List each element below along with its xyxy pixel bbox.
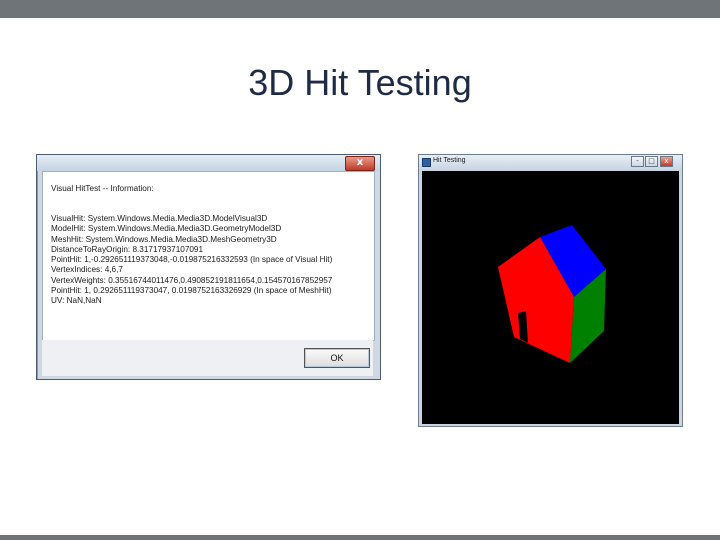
dialog-content: Visual HitTest -- Information: VisualHit…	[42, 171, 375, 341]
dialog-info-line: PointHit: 1,-0.292651119373048,-0.019875…	[51, 255, 333, 265]
hit-test-info-dialog: x Visual HitTest -- Information: VisualH…	[36, 154, 381, 380]
ok-button[interactable]: OK	[304, 348, 370, 368]
dialog-close-button[interactable]: x	[345, 156, 375, 171]
3d-viewport[interactable]	[422, 171, 679, 424]
hit-testing-window: Hit Testing - □ x	[418, 154, 683, 427]
dialog-info-lines: VisualHit: System.Windows.Media.Media3D.…	[51, 214, 332, 307]
slide-title: 3D Hit Testing	[248, 62, 472, 103]
dialog-info-line: PointHit: 1, 0.292651119373047, 0.019875…	[51, 286, 332, 296]
viewport-window-title: Hit Testing	[433, 157, 466, 164]
slide-bottom-bar	[0, 535, 720, 540]
dialog-info-line: VertexIndices: 4,6,7	[51, 265, 123, 275]
dialog-header: Visual HitTest -- Information:	[51, 184, 154, 193]
dialog-info-line: VisualHit: System.Windows.Media.Media3D.…	[51, 214, 268, 223]
viewport-titlebar[interactable]: Hit Testing - □ x	[419, 155, 682, 169]
dialog-info-line: VertexWeights: 0.35516744011476,0.490852…	[51, 275, 333, 285]
house-model[interactable]	[422, 171, 679, 424]
app-icon	[422, 158, 431, 167]
slide-top-bar	[0, 0, 720, 18]
dialog-titlebar[interactable]: x	[37, 155, 380, 171]
maximize-button[interactable]: □	[645, 156, 658, 167]
dialog-info-line: DistanceToRayOrigin: 8.31717937107091	[51, 244, 204, 254]
window-close-button[interactable]: x	[660, 156, 673, 167]
dialog-footer: OK	[42, 340, 373, 376]
dialog-info-line: MeshHit: System.Windows.Media.Media3D.Me…	[51, 234, 277, 244]
minimize-button[interactable]: -	[631, 156, 644, 167]
dialog-info-line: UV: NaN,NaN	[51, 296, 102, 306]
dialog-info-line: ModelHit: System.Windows.Media.Media3D.G…	[51, 224, 282, 234]
